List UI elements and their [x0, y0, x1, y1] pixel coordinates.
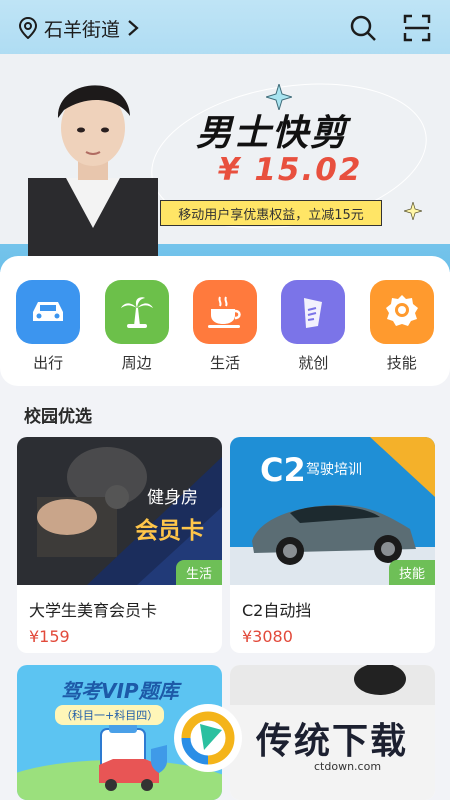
palm-tree-icon [104, 280, 169, 344]
service-label: 出行 [33, 354, 64, 372]
site-watermark: 传统下载 ctdown.com [170, 692, 438, 784]
product-name: 大学生美育会员卡 [29, 601, 158, 620]
product-card-gym[interactable]: 健身房 会员卡 生活 大学生美育会员卡 ¥159 [17, 437, 222, 653]
c2-image-line2: 驾驶培训 [306, 462, 362, 478]
gym-card-image: 健身房 会员卡 生活 [17, 437, 222, 585]
product-price: ¥3080 [242, 627, 293, 646]
service-label: 就创 [298, 354, 329, 372]
c2-card-image: C2 驾驶培训 技能 [230, 437, 435, 585]
vip-image-line1: 驾考VIP题库 [61, 679, 179, 703]
location-selector[interactable]: 石羊街道 [18, 15, 140, 42]
service-label: 周边 [121, 354, 152, 372]
service-skill[interactable]: 技能 [362, 256, 442, 386]
top-bar: 石羊街道 [0, 0, 450, 56]
service-travel[interactable]: 出行 [8, 256, 88, 386]
service-career[interactable]: 就创 [273, 256, 353, 386]
product-price: ¥159 [29, 627, 70, 646]
sparkle-icon [266, 84, 292, 110]
scan-button[interactable] [402, 13, 432, 43]
product-card-c2[interactable]: C2 驾驶培训 技能 C2自动挡 ¥3080 [230, 437, 435, 653]
watermark-text: 传统下载 [256, 721, 409, 762]
coffee-cup-icon [192, 280, 257, 344]
gym-image-line1: 健身房 [147, 488, 198, 508]
scan-icon [403, 14, 431, 42]
section-title: 校园优选 [24, 407, 92, 427]
model-portrait-image [28, 85, 158, 258]
service-grid: 出行 周边 生活 就创 技能 [0, 256, 450, 386]
banner-title: 男士快剪 [196, 113, 349, 154]
location-pin-icon [18, 17, 38, 39]
search-icon [350, 15, 376, 41]
location-name: 石羊街道 [44, 18, 121, 41]
chevron-right-icon [128, 20, 139, 36]
car-icon [16, 280, 81, 344]
category-tag: 技能 [388, 560, 435, 585]
service-life[interactable]: 生活 [185, 256, 265, 386]
gym-image-line2: 会员卡 [135, 518, 204, 544]
banner-promo-text: 移动用户享优惠权益，立减15元 [160, 200, 382, 226]
product-name: C2自动挡 [242, 601, 312, 620]
service-label: 生活 [209, 354, 240, 372]
category-tag: 生活 [175, 560, 222, 585]
service-nearby[interactable]: 周边 [97, 256, 177, 386]
banner-price: ¥ 15.02 [218, 152, 363, 188]
search-button[interactable] [348, 13, 378, 43]
watermark-logo [174, 704, 242, 772]
c2-image-line1: C2 [260, 451, 306, 489]
vip-image-line2: （科目一+科目四） [55, 705, 165, 725]
watermark-subtext: ctdown.com [314, 760, 382, 773]
service-label: 技能 [386, 354, 417, 372]
medal-icon [369, 280, 434, 344]
tie-icon [281, 280, 346, 344]
sparkle-icon-small [404, 202, 422, 220]
